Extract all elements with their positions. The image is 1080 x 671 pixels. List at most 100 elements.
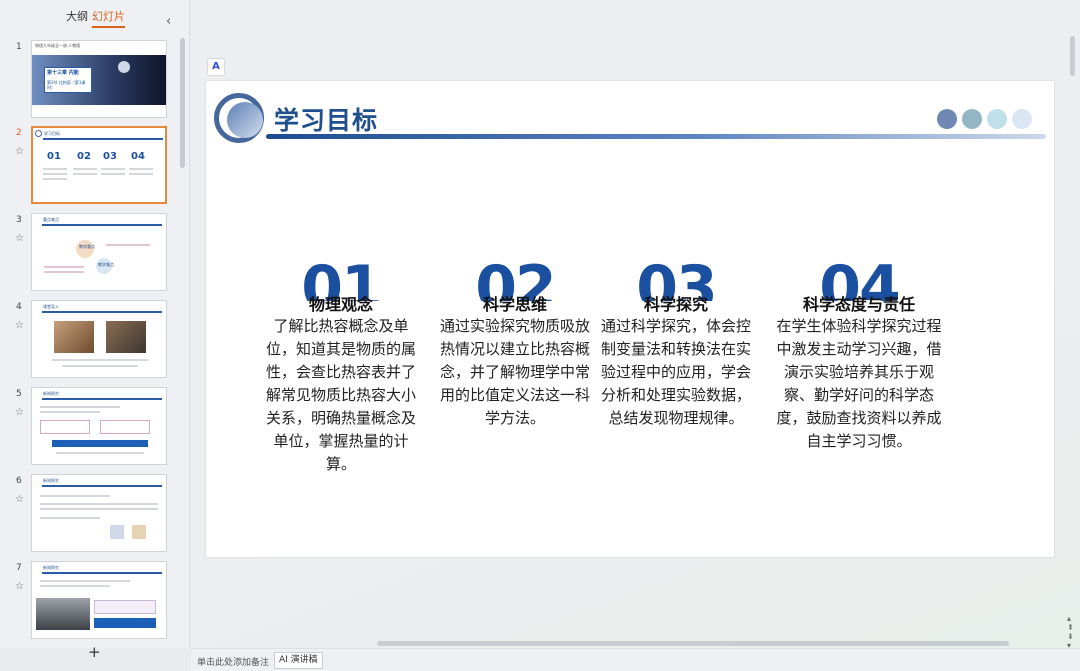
- thumb-title: 学习目标: [44, 131, 60, 136]
- page-nav-arrows[interactable]: ▴ ⇞ ⇟ ▾: [1067, 614, 1074, 650]
- thumb-title: 第十三章 内能: [47, 70, 79, 76]
- thumb-subtitle: 第3节 比热容（第1课时）: [47, 80, 86, 90]
- add-slide-button[interactable]: +: [88, 643, 101, 661]
- objective-heading: 科学态度与责任: [802, 295, 915, 314]
- slide-thumbnail-row: 2 ☆ 学习目标 01 02 03 04: [0, 126, 178, 206]
- thumb-text: [44, 271, 84, 273]
- notes-placeholder[interactable]: 单击此处添加备注: [197, 655, 269, 668]
- thumb-highlight: [52, 440, 148, 447]
- ai-speech-button[interactable]: AI 演讲稿: [274, 652, 323, 669]
- title-underline-bar: [266, 134, 1046, 139]
- slide-number: 6: [16, 476, 22, 486]
- thumb-ring: [35, 130, 42, 137]
- slide-thumbnail-7[interactable]: 新知探究: [31, 561, 167, 639]
- thumb-text: [129, 168, 153, 170]
- decorative-dot-1: [937, 109, 957, 129]
- vertical-scrollbar[interactable]: [1070, 36, 1075, 76]
- slide-thumbnail-4[interactable]: 课堂导入: [31, 300, 167, 378]
- thumb-text: [101, 173, 125, 175]
- horizontal-scrollbar[interactable]: [377, 641, 1009, 646]
- slide-thumbnail-row: 7 ☆ 新知探究: [0, 561, 178, 641]
- thumb-box: [40, 420, 90, 434]
- star-icon[interactable]: ☆: [15, 407, 24, 418]
- objective-heading: 科学探究: [643, 295, 708, 314]
- panel-tabs: 大纲 幻灯片 ‹: [0, 8, 190, 29]
- ai-speech-label: AI 演讲稿: [279, 655, 318, 665]
- thumb-text: [101, 168, 125, 170]
- tab-outline[interactable]: 大纲: [66, 8, 88, 24]
- thumb-title-box: 第十三章 内能 第3节 比热容（第1课时）: [44, 67, 92, 93]
- thumb-title-bar: [42, 398, 162, 400]
- thumb-circle: [76, 240, 94, 258]
- objective-body: 通过实验探究物质吸放热情况以建立比热容概念，并了解物理学中常用的比值定义法这一科…: [440, 317, 591, 427]
- decorative-dot-2: [962, 109, 982, 129]
- thumb-text: [40, 411, 100, 413]
- slide-thumbnail-row: 1 物理九年级全一册·人教版 第十三章 内能 第3节 比热容（第1课时）: [0, 40, 178, 120]
- tab-slides[interactable]: 幻灯片: [92, 8, 125, 28]
- thumb-text: [52, 359, 148, 361]
- thumb-text: [43, 178, 67, 180]
- slide-editor: A 学习目标 01 物理观念 了解比热容概念及单位，知道其是物质的属性，会查比热…: [191, 0, 1080, 650]
- slide-number: 4: [16, 302, 22, 312]
- slide-number: 5: [16, 389, 22, 399]
- thumb-num: 04: [131, 151, 145, 162]
- thumb-planet: [118, 61, 130, 73]
- thumb-text: [40, 495, 110, 497]
- thumb-image: [106, 321, 146, 353]
- chevron-left-icon[interactable]: ‹: [166, 14, 171, 29]
- thumb-text: [73, 173, 97, 175]
- panel-scrollbar[interactable]: [180, 38, 185, 168]
- slide-title[interactable]: 学习目标: [274, 101, 378, 137]
- thumb-num: 03: [103, 151, 117, 162]
- objective-body: 通过科学探究，体会控制变量法和转换法在实验过程中的应用，学会分析和处理实验数据，…: [601, 317, 752, 427]
- star-icon[interactable]: ☆: [15, 320, 24, 331]
- slide-thumbnail-3[interactable]: 重点难点 教学重点 教学难点: [31, 213, 167, 291]
- star-icon[interactable]: ☆: [15, 233, 24, 244]
- thumb-text: [106, 244, 150, 246]
- slide-thumbnail-row: 5 ☆ 新知探究: [0, 387, 178, 467]
- slide-canvas[interactable]: 学习目标 01 物理观念 了解比热容概念及单位，知道其是物质的属性，会查比热容表…: [206, 81, 1054, 557]
- thumb-text: [40, 580, 130, 582]
- slide-thumbnail-2[interactable]: 学习目标 01 02 03 04: [31, 126, 167, 204]
- thumb-title-bar: [42, 311, 162, 313]
- ai-assistant-icon[interactable]: A: [207, 58, 225, 76]
- thumb-text: [43, 173, 67, 175]
- objective-heading: 物理观念: [308, 295, 373, 314]
- thumb-title-bar: [42, 485, 162, 487]
- thumb-text: [40, 503, 158, 505]
- thumb-num: 01: [47, 151, 61, 162]
- thumb-text: [40, 517, 100, 519]
- thumb-text: [43, 168, 67, 170]
- slide-number: 7: [16, 563, 22, 573]
- star-icon[interactable]: ☆: [15, 581, 24, 592]
- slide-thumbnail-1[interactable]: 物理九年级全一册·人教版 第十三章 内能 第3节 比热容（第1课时）: [31, 40, 167, 118]
- thumb-image: [132, 525, 146, 539]
- thumb-header: 物理九年级全一册·人教版: [35, 43, 81, 48]
- thumb-text: [44, 266, 84, 268]
- thumb-title: 新知探究: [43, 391, 59, 396]
- star-icon[interactable]: ☆: [15, 146, 24, 157]
- decorative-dot-3: [987, 109, 1007, 129]
- thumb-label: 教学难点: [98, 262, 114, 267]
- decorative-dot-4: [1012, 109, 1032, 129]
- thumb-text: [62, 365, 138, 367]
- thumb-text: [40, 508, 158, 510]
- thumb-text: [40, 585, 110, 587]
- objective-body: 在学生体验科学探究过程中激发主动学习兴趣，借演示实验培养其乐于观察、勤学好问的科…: [776, 317, 942, 450]
- thumb-title: 课堂导入: [43, 304, 59, 309]
- thumb-image: [110, 525, 124, 539]
- slide-number: 2: [16, 128, 22, 138]
- thumb-title-bar: [43, 138, 163, 140]
- notes-bar: 单击此处添加备注 AI 演讲稿: [191, 648, 1080, 671]
- slide-number: 1: [16, 42, 22, 52]
- thumb-title-bar: [42, 224, 162, 226]
- title-ring-inner-decoration: [227, 102, 263, 138]
- star-icon[interactable]: ☆: [15, 494, 24, 505]
- slide-thumbnail-6[interactable]: 新知探究: [31, 474, 167, 552]
- thumb-text: [40, 406, 120, 408]
- thumb-image: [36, 598, 90, 630]
- thumb-text: [129, 173, 153, 175]
- slide-thumbnail-row: 6 ☆ 新知探究: [0, 474, 178, 554]
- slide-thumbnail-5[interactable]: 新知探究: [31, 387, 167, 465]
- thumb-text: [73, 168, 97, 170]
